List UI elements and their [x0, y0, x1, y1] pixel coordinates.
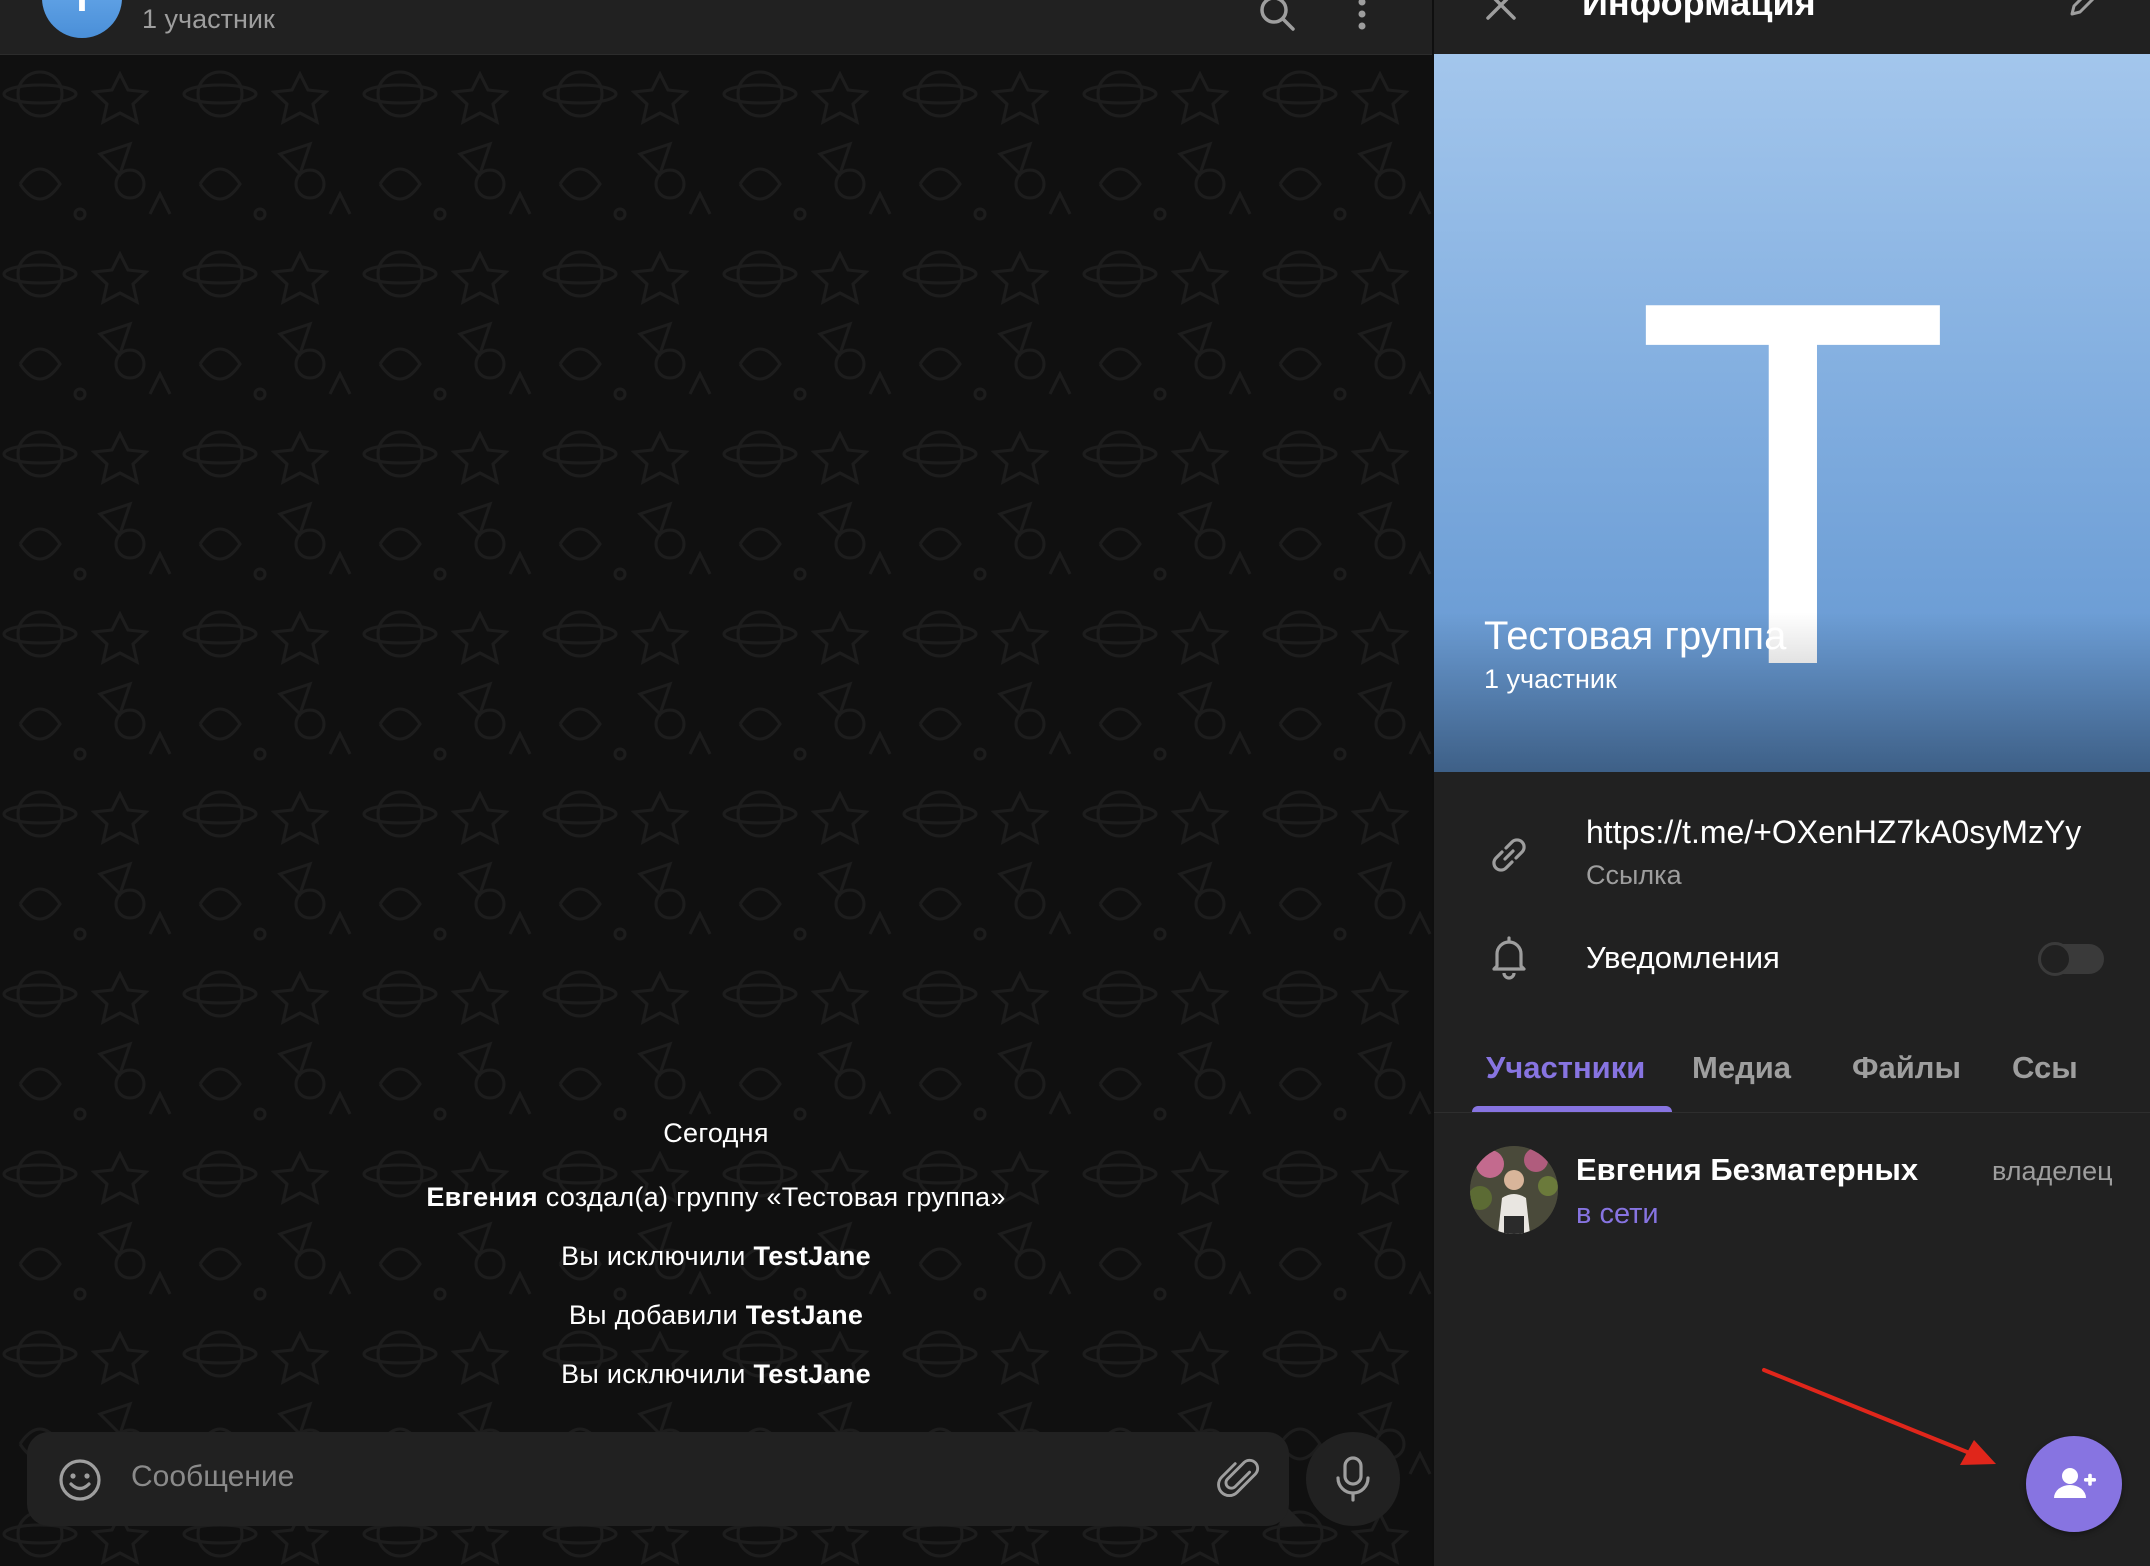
message-input[interactable]: Сообщение: [131, 1460, 294, 1494]
member-role-badge: владелец: [1992, 1156, 2113, 1186]
invite-link[interactable]: https://t.me/+OXenHZ7kA0syMzYy: [1586, 814, 2081, 851]
service-message: Вы исключили TestJane: [0, 1359, 1432, 1390]
group-name: Тестовая группа: [1484, 614, 1787, 658]
tab-links[interactable]: Ссы: [2012, 1050, 2078, 1086]
service-target[interactable]: TestJane: [753, 1359, 870, 1389]
date-separator: Сегодня: [663, 1118, 769, 1148]
close-icon[interactable]: [1484, 0, 1518, 22]
chat-area: Т 1 участник Сегодня Евгения создал(а) г…: [0, 0, 1432, 1566]
service-actor[interactable]: Евгения: [426, 1182, 538, 1212]
message-composer[interactable]: Сообщение: [27, 1432, 1289, 1526]
notifications-toggle[interactable]: [2038, 942, 2104, 976]
member-photo: [1470, 1146, 1558, 1234]
active-tab-indicator: [1472, 1106, 1672, 1112]
invite-link-label: Ссылка: [1586, 860, 1682, 890]
chat-member-count: 1 участник: [142, 4, 275, 34]
toggle-knob: [2038, 942, 2072, 976]
service-text: создал(а) группу «Тестовая группа»: [537, 1182, 1006, 1212]
info-header: Информация: [1434, 0, 2150, 54]
paperclip-icon[interactable]: [1215, 1454, 1265, 1504]
member-name: Евгения Безматерных: [1576, 1152, 1919, 1187]
service-text: Вы исключили: [561, 1359, 754, 1389]
add-user-icon: [2054, 1468, 2096, 1498]
annotation-arrow: [1762, 1368, 1996, 1465]
group-member-count: 1 участник: [1484, 664, 1617, 694]
tab-members[interactable]: Участники: [1486, 1050, 1645, 1086]
link-icon: [1492, 838, 1526, 872]
pencil-icon[interactable]: [2066, 0, 2100, 20]
group-avatar[interactable]: Т: [42, 0, 122, 38]
smile-icon[interactable]: [57, 1457, 103, 1503]
bell-icon: [1492, 936, 1526, 980]
chat-header[interactable]: Т 1 участник: [0, 0, 1432, 55]
service-message: Вы добавили TestJane: [0, 1300, 1432, 1331]
chat-wallpaper: [0, 54, 1432, 1566]
service-text: Вы добавили: [568, 1300, 746, 1330]
info-title: Информация: [1582, 0, 1816, 23]
service-message: Евгения создал(а) группу «Тестовая групп…: [0, 1182, 1432, 1213]
service-target[interactable]: TestJane: [746, 1300, 863, 1330]
tab-media[interactable]: Медиа: [1692, 1050, 1791, 1086]
info-panel: Информация Т Тестовая группа 1 участник …: [1432, 0, 2150, 1566]
avatar[interactable]: [1470, 1146, 1558, 1234]
search-icon[interactable]: [1255, 0, 1299, 38]
service-target[interactable]: TestJane: [753, 1241, 870, 1271]
member-status: в сети: [1576, 1198, 1659, 1230]
microphone-icon: [1336, 1456, 1370, 1502]
tab-files[interactable]: Файлы: [1852, 1050, 1961, 1086]
notifications-label: Уведомления: [1586, 940, 1780, 975]
voice-record-button[interactable]: [1306, 1432, 1400, 1526]
service-message: Вы исключили TestJane: [0, 1241, 1432, 1272]
more-vertical-icon[interactable]: [1340, 0, 1384, 38]
add-member-button[interactable]: [2026, 1436, 2122, 1532]
service-text: Вы исключили: [561, 1241, 754, 1271]
info-tabs: Участники Медиа Файлы Ссы: [1434, 1040, 2150, 1113]
